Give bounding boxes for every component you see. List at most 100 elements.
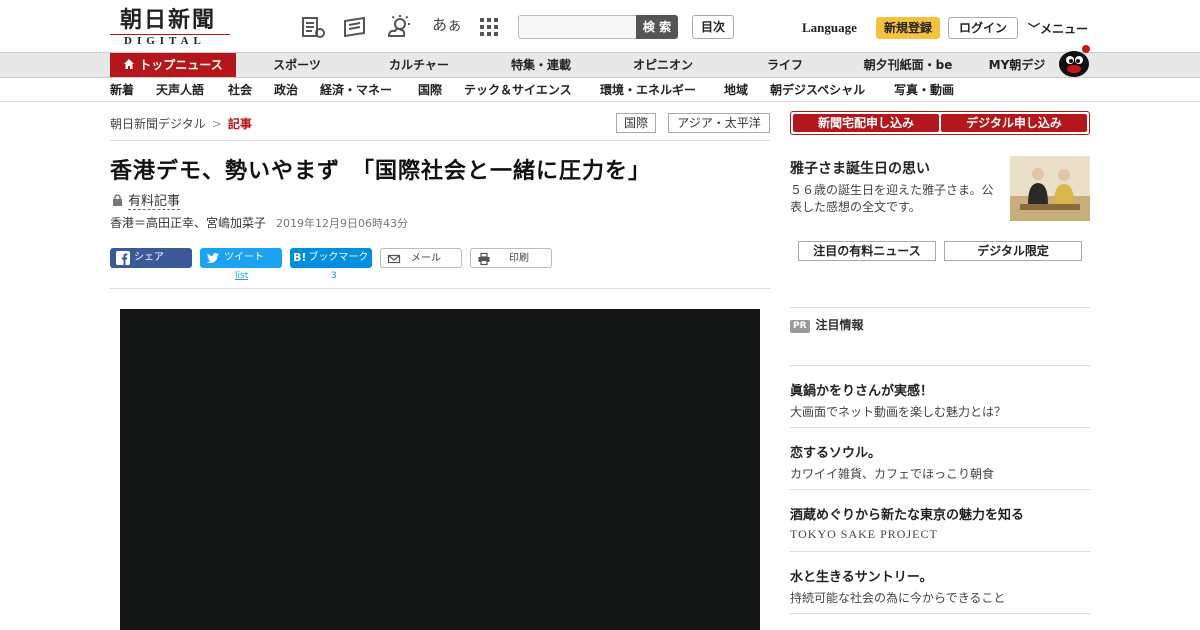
breadcrumb-home[interactable]: 朝日新聞デジタル — [110, 117, 206, 131]
featured-article-title[interactable]: 雅子さま誕生日の思い — [790, 158, 930, 178]
article-title: 香港デモ、勢いやまず 「国際社会と一緒に圧力を」 — [110, 159, 652, 184]
pr-badge: PR — [790, 320, 810, 333]
home-icon — [123, 54, 135, 69]
paid-news-tab[interactable]: 注目の有料ニュース — [798, 241, 936, 261]
site-header: 朝日新聞 DIGITAL あぁ 検 索 目次 Language 新規登録 ログイ… — [0, 0, 1200, 52]
subnav-international[interactable]: 国際 — [418, 78, 442, 102]
nav-life[interactable]: ライフ — [760, 53, 810, 77]
pr-item-desc-3[interactable]: TOKYO SAKE PROJECT — [790, 527, 938, 542]
pr-item-desc-4[interactable]: 持続可能な社会の為に今からできること — [790, 589, 1005, 606]
nav-sports[interactable]: スポーツ — [266, 53, 328, 77]
nav-opinion[interactable]: オピニオン — [628, 53, 698, 77]
subnav-tech[interactable]: テック＆サイエンス — [464, 78, 572, 102]
twitter-count-link[interactable]: list — [235, 271, 248, 281]
breadcrumb-separator: > — [211, 117, 222, 131]
byline-authors: 香港＝高田正幸、宮嶋加菜子 — [110, 216, 267, 230]
signup-button[interactable]: 新規登録 — [876, 17, 940, 39]
pr-divider-2 — [790, 427, 1090, 428]
hatena-bookmark-label: ブックマーク — [308, 252, 369, 263]
pr-item-title-1[interactable]: 眞鍋かをりさんが実感！ — [790, 380, 933, 399]
sub-nav: 新着 天声人語 社会 政治 経済・マネー 国際 テック＆サイエンス 環境・エネル… — [0, 78, 1200, 102]
pr-item-title-3[interactable]: 酒蔵めぐりから新たな東京の魅力を知る — [790, 504, 1024, 523]
subnav-environment[interactable]: 環境・エネルギー — [600, 78, 696, 102]
mascot-icon[interactable] — [1056, 44, 1092, 78]
pr-item-title-2[interactable]: 恋するソウル。 — [790, 442, 881, 461]
nav-culture[interactable]: カルチャー — [384, 53, 454, 77]
subnav-economy[interactable]: 経済・マネー — [320, 78, 392, 102]
subnav-special[interactable]: 朝デジスペシャル — [770, 78, 865, 102]
pr-heading: PR 注目情報 — [790, 316, 864, 333]
twitter-tweet-button[interactable]: ツイート — [200, 248, 282, 268]
facebook-share-button[interactable]: シェア — [110, 248, 192, 268]
hatena-bookmark-button[interactable]: B! ブックマーク — [290, 248, 372, 268]
language-link[interactable]: Language — [802, 20, 857, 36]
news-list-icon[interactable] — [300, 14, 326, 40]
subnav-politics[interactable]: 政治 — [274, 78, 298, 102]
logo-sub-text: DIGITAL — [110, 34, 230, 48]
mail-share-label: メール — [411, 253, 441, 264]
breadcrumb: 朝日新聞デジタル > 記事 — [110, 115, 252, 132]
mail-share-button[interactable]: メール — [380, 248, 462, 268]
tag-asia-pacific[interactable]: アジア・太平洋 — [668, 113, 770, 133]
pr-item-desc-1[interactable]: 大画面でネット動画を楽しむ魅力とは？ — [790, 403, 1006, 420]
hatena-count[interactable]: 3 — [331, 271, 337, 281]
nav-features[interactable]: 特集・連載 — [506, 53, 576, 77]
print-button[interactable]: 印刷 — [470, 248, 552, 268]
tag-international[interactable]: 国際 — [616, 113, 656, 133]
pr-divider-4 — [790, 551, 1090, 552]
subnav-region[interactable]: 地域 — [724, 78, 748, 102]
digital-only-tab[interactable]: デジタル限定 — [944, 241, 1082, 261]
print-label: 印刷 — [509, 253, 529, 264]
paid-article-text: 有料記事 — [128, 194, 181, 210]
article-byline: 香港＝高田正幸、宮嶋加菜子 2019年12月9日06時43分 — [110, 214, 408, 231]
newspaper-icon[interactable] — [342, 14, 368, 40]
twitter-tweet-label: ツイート — [224, 252, 264, 263]
subscription-promo: 新聞宅配申し込み デジタル申し込み — [790, 111, 1090, 135]
pr-top-divider — [790, 307, 1090, 308]
apps-grid-icon[interactable] — [476, 14, 502, 40]
facebook-icon — [116, 251, 130, 265]
featured-article-desc[interactable]: ５６歳の誕生日を迎えた雅子さま。公表した感想の全文です。 — [790, 182, 996, 216]
subnav-tensei[interactable]: 天声人語 — [156, 78, 204, 102]
nav-top-news[interactable]: トップニュース — [110, 53, 236, 77]
pr-heading-text: 注目情報 — [815, 318, 864, 332]
search-input[interactable] — [518, 15, 638, 39]
pr-item-desc-2[interactable]: カワイイ雑貨、カフェでほっこり朝食 — [790, 465, 994, 482]
home-delivery-signup-button[interactable]: 新聞宅配申し込み — [793, 114, 939, 132]
subnav-photo[interactable]: 写真・動画 — [894, 78, 954, 102]
article-date: 2019年12月9日06時43分 — [276, 217, 408, 230]
menu-button[interactable]: ﹀メニュー — [1028, 20, 1088, 37]
lock-icon — [112, 194, 123, 206]
subnav-society[interactable]: 社会 — [228, 78, 252, 102]
nav-my-asahi[interactable]: MY朝デジ — [984, 53, 1050, 77]
facebook-share-label: シェア — [134, 252, 164, 263]
main-nav: トップニュース スポーツ カルチャー 特集・連載 オピニオン ライフ 朝夕刊紙面… — [0, 52, 1200, 78]
mail-icon — [387, 252, 401, 266]
asahi-logo[interactable]: 朝日新聞 DIGITAL — [110, 8, 230, 48]
chevron-down-icon: ﹀ — [1028, 22, 1041, 36]
subnav-latest[interactable]: 新着 — [110, 78, 134, 102]
pr-item-title-4[interactable]: 水と生きるサントリー。 — [790, 566, 933, 585]
menu-label: メニュー — [1040, 22, 1089, 36]
logo-main-text: 朝日新聞 — [120, 7, 217, 33]
breadcrumb-divider — [110, 140, 770, 141]
digital-signup-button[interactable]: デジタル申し込み — [941, 114, 1087, 132]
font-size-icon[interactable]: あぁ — [432, 14, 462, 35]
breadcrumb-current: 記事 — [227, 117, 252, 131]
pr-divider-5 — [790, 613, 1090, 614]
pr-divider-1 — [790, 365, 1090, 366]
login-button[interactable]: ログイン — [948, 17, 1018, 39]
toc-button[interactable]: 目次 — [692, 15, 734, 39]
printer-icon — [477, 252, 491, 266]
pr-divider-3 — [790, 489, 1090, 490]
video-player[interactable] — [120, 309, 760, 630]
paid-article-label[interactable]: 有料記事 — [112, 190, 181, 210]
search-button[interactable]: 検 索 — [636, 15, 678, 39]
share-divider — [110, 288, 770, 289]
nav-paper[interactable]: 朝夕刊紙面・be — [858, 53, 958, 77]
nav-top-news-label: トップニュース — [139, 58, 223, 72]
twitter-bird-icon — [206, 251, 220, 265]
featured-article-photo[interactable] — [1010, 156, 1090, 221]
weather-icon[interactable] — [386, 14, 412, 40]
hatena-bookmark-icon: B! — [293, 251, 307, 264]
